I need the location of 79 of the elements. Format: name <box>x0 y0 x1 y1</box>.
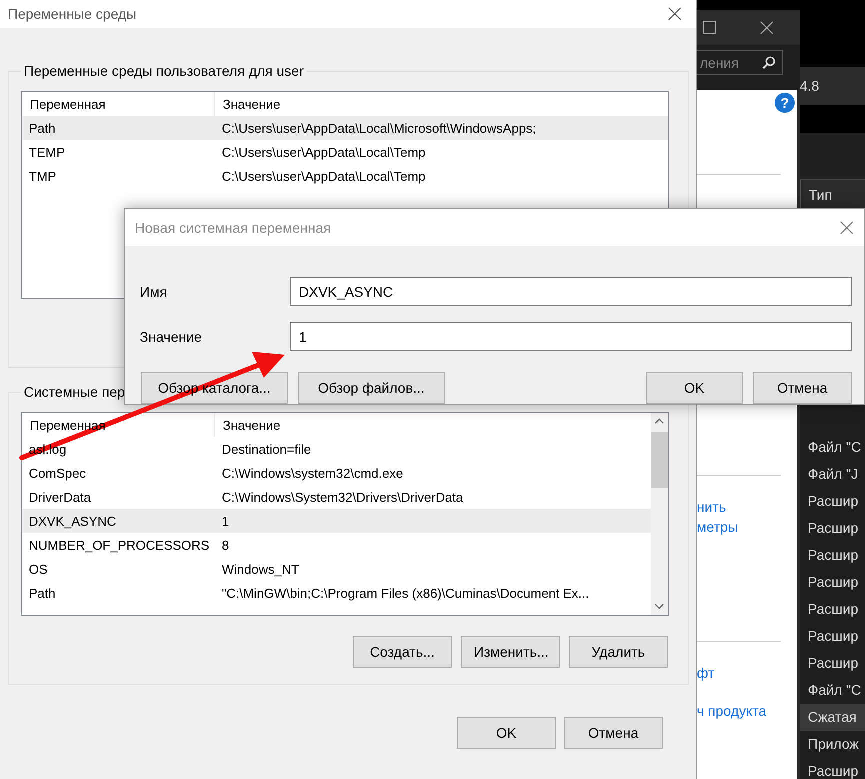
input-field[interactable]: 1 <box>290 322 852 351</box>
column-header[interactable]: Тип <box>800 180 865 210</box>
value-cell-text: C:\Windows\system32\cmd.exe <box>221 466 404 480</box>
field-label: Значение <box>140 328 204 344</box>
value-cell-text: C:\Users\user\AppData\Local\Temp <box>221 144 427 160</box>
help-icon[interactable]: ? <box>775 93 795 113</box>
value-cell-text: C:\Windows\System32\Drivers\DriverData <box>221 490 464 504</box>
file-type-item[interactable]: Файл "J <box>800 461 865 488</box>
file-type-item[interactable]: Прилож <box>800 731 865 758</box>
value-cell-text: 1 <box>221 514 230 528</box>
file-type-item[interactable]: Расшир <box>800 623 865 650</box>
variable-row[interactable]: ComSpec C:\Windows\system32\cmd.exe <box>22 461 651 485</box>
close-icon[interactable] <box>668 7 682 21</box>
action-button[interactable]: Создать... <box>353 636 452 668</box>
window-title: Новая системная переменная <box>135 220 332 236</box>
search-placeholder: ления <box>700 54 740 70</box>
file-type-item[interactable]: Сжатая <box>800 704 865 731</box>
name-cell-text: ComSpec <box>28 466 88 480</box>
link[interactable]: фт <box>697 663 715 683</box>
close-icon[interactable] <box>760 20 774 34</box>
file-type-item[interactable]: Расшир <box>800 515 865 542</box>
action-button[interactable]: Изменить... <box>461 636 560 668</box>
name-cell-text: DXVK_ASYNC <box>28 514 118 528</box>
value-cell-text: Destination=file <box>221 442 312 456</box>
variable-row[interactable]: TMP C:\Users\user\AppData\Local\Temp <box>22 164 668 188</box>
dialog-button[interactable]: OK <box>646 372 743 404</box>
variable-row[interactable]: OS Windows_NT <box>22 557 651 581</box>
search-field[interactable]: ления <box>697 50 783 75</box>
value-cell-text: C:\Users\user\AppData\Local\Temp <box>221 168 427 184</box>
browse-button[interactable]: Обзор каталога... <box>141 372 288 404</box>
input-field[interactable]: DXVK_ASYNC <box>290 277 852 306</box>
name-cell-text: OS <box>28 562 49 576</box>
name-cell-text: DriverData <box>28 490 92 504</box>
name-cell-text: NUMBER_OF_PROCESSORS <box>28 538 211 552</box>
name-cell-text: Path <box>28 120 57 136</box>
dialog-button[interactable]: Отмена <box>564 717 663 749</box>
file-type-item[interactable]: Расшир <box>800 596 865 623</box>
scroll-thumb[interactable] <box>651 432 668 488</box>
column-header[interactable]: Переменная <box>22 413 215 437</box>
file-type-item[interactable]: Файл "С <box>800 434 865 461</box>
link[interactable]: ч продукта <box>697 701 767 721</box>
value-cell-text: "C:\MinGW\bin;C:\Program Files (x86)\Cuminas\Document Ex... <box>221 586 590 600</box>
variable-row[interactable]: TEMP C:\Users\user\AppData\Local\Temp <box>22 140 668 164</box>
column-header[interactable]: Значение <box>215 92 668 116</box>
value-cell-text: 8 <box>221 538 230 552</box>
value-cell-text: C:\Users\user\AppData\Local\Microsoft\WindowsApps; <box>221 120 538 136</box>
file-type-item[interactable]: Расшир <box>800 650 865 677</box>
browse-button[interactable]: Обзор файлов... <box>298 372 445 404</box>
group-title: Переменные среды пользователя для user <box>23 63 306 79</box>
variable-row[interactable]: Path C:\Users\user\AppData\Local\Microsoft\WindowsApps; <box>22 116 668 140</box>
name-cell-text: TEMP <box>28 144 66 160</box>
field-label: Имя <box>140 284 168 300</box>
variable-row[interactable]: DriverData C:\Windows\System32\Drivers\DriverData <box>22 485 651 509</box>
file-type-item[interactable]: Расшир <box>800 758 865 779</box>
variable-row[interactable]: Path "C:\MinGW\bin;C:\Program Files (x86)\Cuminas\Document Ex... <box>22 581 651 605</box>
name-cell-text: Path <box>28 586 57 600</box>
name-cell-text: TMP <box>28 168 58 184</box>
file-type-item[interactable]: Файл "С <box>800 677 865 704</box>
search-icon[interactable] <box>762 56 776 70</box>
link[interactable]: нить <box>697 497 726 517</box>
toolbar <box>800 105 865 133</box>
version-label: 4.8 <box>800 67 865 105</box>
dialog-button[interactable]: Отмена <box>753 372 852 404</box>
action-button[interactable]: Удалить <box>569 636 668 668</box>
variable-list[interactable] <box>21 412 669 616</box>
maximize-icon[interactable] <box>703 21 716 34</box>
close-icon[interactable] <box>840 220 854 234</box>
value-cell-text: Windows_NT <box>221 562 300 576</box>
link[interactable]: метры <box>697 517 738 537</box>
column-header[interactable]: Значение <box>215 413 651 437</box>
file-type-item[interactable]: Расшир <box>800 488 865 515</box>
file-type-item[interactable]: Расшир <box>800 542 865 569</box>
scrollbar[interactable] <box>651 413 668 615</box>
variable-row[interactable]: DXVK_ASYNC 1 <box>22 509 651 533</box>
dialog-button[interactable]: OK <box>457 717 556 749</box>
group-title: Системные пер <box>23 384 126 400</box>
file-type-item[interactable]: Расшир <box>800 569 865 596</box>
variable-row[interactable]: NUMBER_OF_PROCESSORS 8 <box>22 533 651 557</box>
window-title: Переменные среды <box>8 6 137 22</box>
